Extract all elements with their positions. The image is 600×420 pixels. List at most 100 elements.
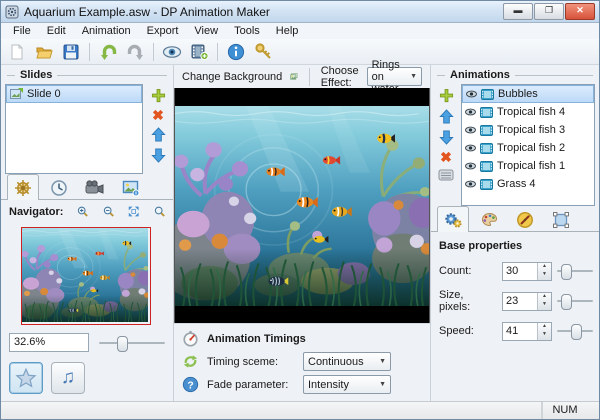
preview-eye-icon: [162, 43, 182, 61]
spin-up-icon[interactable]: ▲: [538, 263, 551, 272]
tab-timing[interactable]: [43, 176, 75, 199]
effect-select[interactable]: Rings on water ▼: [367, 67, 422, 86]
visibility-eye-icon[interactable]: [465, 125, 476, 135]
animation-type-icon: [480, 143, 493, 154]
menu-animation[interactable]: Animation: [74, 24, 139, 38]
restore-button[interactable]: ❐: [534, 3, 564, 20]
count-slider[interactable]: [557, 264, 593, 278]
count-spinner-buttons[interactable]: ▲▼: [537, 263, 551, 280]
speed-spinner-buttons[interactable]: ▲▼: [537, 323, 551, 340]
move-slide-down-button[interactable]: [151, 148, 166, 163]
gears-icon: [444, 211, 463, 229]
menu-export[interactable]: Export: [139, 24, 187, 38]
tab-video[interactable]: [79, 176, 111, 199]
about-button[interactable]: [224, 41, 248, 63]
timing-scheme-select[interactable]: Continuous▼: [303, 352, 391, 371]
speed-slider[interactable]: [557, 324, 593, 338]
animation-label: Tropical fish 4: [497, 106, 565, 118]
visibility-eye-icon[interactable]: [465, 179, 476, 189]
fade-parameter-select[interactable]: Intensity▼: [303, 375, 391, 394]
move-animation-down-button[interactable]: [439, 130, 454, 145]
add-animation-button[interactable]: [439, 88, 454, 103]
size-slider-thumb[interactable]: [561, 294, 572, 310]
zoom-slider[interactable]: [99, 336, 165, 350]
menu-help[interactable]: Help: [268, 24, 307, 38]
tab-area[interactable]: [545, 208, 577, 231]
change-background-icon[interactable]: [290, 69, 298, 84]
count-spinbox[interactable]: 30 ▲▼: [502, 262, 552, 281]
register-button[interactable]: [251, 41, 275, 63]
navigator-row: Navigator:: [1, 200, 173, 221]
move-slide-up-button[interactable]: [151, 127, 166, 142]
dropdown-arrow-icon: ▼: [379, 381, 386, 388]
redo-button[interactable]: [123, 41, 147, 63]
tab-background[interactable]: [115, 176, 147, 199]
move-animation-up-button[interactable]: [439, 109, 454, 124]
animation-item[interactable]: Bubbles: [462, 85, 594, 103]
speed-slider-thumb[interactable]: [571, 324, 582, 340]
animation-item[interactable]: Tropical fish 1: [462, 157, 594, 175]
menu-edit[interactable]: Edit: [39, 24, 74, 38]
resize-grip[interactable]: [587, 402, 599, 419]
visibility-eye-icon[interactable]: [465, 161, 476, 171]
menu-view[interactable]: View: [186, 24, 226, 38]
spin-down-icon[interactable]: ▼: [538, 331, 551, 340]
slide-list-item[interactable]: Slide 0: [6, 85, 142, 103]
close-button[interactable]: ✕: [565, 3, 595, 20]
size-slider[interactable]: [557, 294, 593, 308]
export-movie-button[interactable]: [187, 41, 211, 63]
spin-up-icon[interactable]: ▲: [538, 293, 551, 302]
animation-item[interactable]: Tropical fish 3: [462, 121, 594, 139]
change-background-button[interactable]: Change Background: [182, 71, 282, 83]
tab-color[interactable]: [473, 208, 505, 231]
tab-base-properties[interactable]: [437, 206, 469, 232]
zoom-actual-icon[interactable]: [154, 204, 165, 219]
delete-animation-button[interactable]: ✖: [440, 151, 452, 163]
animation-type-icon: [481, 89, 494, 100]
count-slider-thumb[interactable]: [561, 264, 572, 280]
zoom-value-field[interactable]: 32.6%: [9, 333, 89, 352]
visibility-eye-icon[interactable]: [465, 107, 476, 117]
animation-item[interactable]: Grass 4: [462, 175, 594, 193]
save-icon: [62, 43, 80, 61]
music-button[interactable]: ♫: [51, 362, 85, 394]
refresh-icon: [182, 353, 199, 370]
preview-button[interactable]: [160, 41, 184, 63]
tab-scene[interactable]: [7, 174, 39, 200]
visibility-eye-icon[interactable]: [465, 143, 476, 153]
effects-button[interactable]: [9, 362, 43, 394]
delete-slide-button[interactable]: ✖: [152, 109, 164, 121]
spin-down-icon[interactable]: ▼: [538, 301, 551, 310]
speed-spinbox[interactable]: 41 ▲▼: [502, 322, 552, 341]
layers-list-button[interactable]: [438, 169, 454, 181]
navigator-thumbnail[interactable]: [21, 227, 151, 325]
size-spinbox[interactable]: 23 ▲▼: [502, 292, 552, 311]
undo-button[interactable]: [96, 41, 120, 63]
speed-row: Speed: 41 ▲▼: [431, 316, 599, 346]
fit-view-icon[interactable]: [128, 204, 139, 219]
spin-up-icon[interactable]: ▲: [538, 323, 551, 332]
add-slide-button[interactable]: [151, 88, 166, 103]
open-button[interactable]: [32, 41, 56, 63]
animation-item[interactable]: Tropical fish 2: [462, 139, 594, 157]
animations-list[interactable]: Bubbles Tropical fish 4 Tropical fish 3: [461, 84, 595, 206]
minimize-button[interactable]: ▬: [503, 3, 533, 20]
app-window: Aquarium Example.asw - DP Animation Make…: [0, 0, 600, 420]
spin-down-icon[interactable]: ▼: [538, 271, 551, 280]
menu-tools[interactable]: Tools: [226, 24, 268, 38]
zoom-slider-thumb[interactable]: [117, 336, 128, 352]
size-spinner-buttons[interactable]: ▲▼: [537, 293, 551, 310]
zoom-out-icon[interactable]: [103, 204, 114, 219]
animation-type-icon: [480, 107, 493, 118]
tab-direction[interactable]: [509, 208, 541, 231]
preview-viewport[interactable]: [174, 88, 430, 323]
new-button[interactable]: [5, 41, 29, 63]
animation-type-icon: [480, 179, 493, 190]
visibility-eye-icon[interactable]: [466, 89, 477, 99]
zoom-in-icon[interactable]: [77, 204, 88, 219]
animation-item[interactable]: Tropical fish 4: [462, 103, 594, 121]
menu-file[interactable]: File: [5, 24, 39, 38]
slide-label: Slide 0: [27, 88, 61, 100]
save-button[interactable]: [59, 41, 83, 63]
slides-list[interactable]: Slide 0: [5, 84, 143, 174]
